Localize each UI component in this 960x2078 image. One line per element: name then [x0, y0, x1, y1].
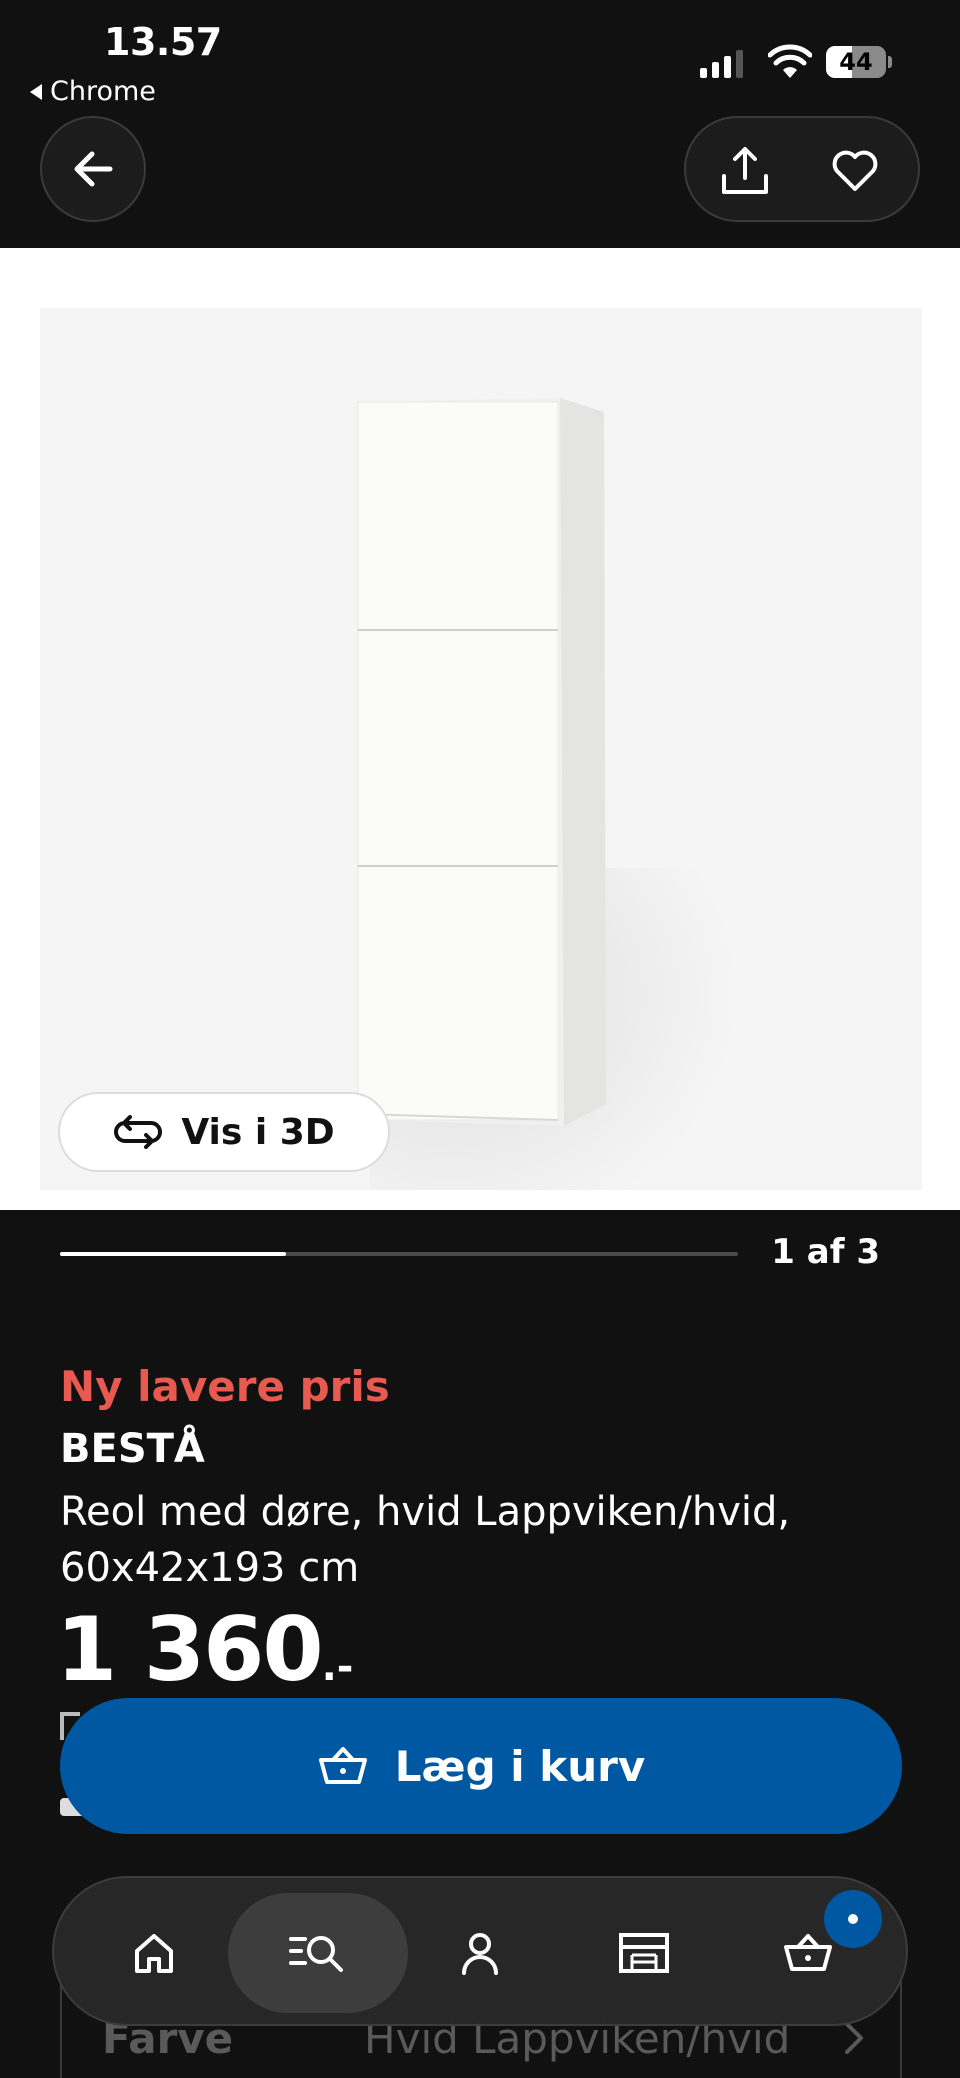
basket-icon — [318, 1747, 367, 1784]
product-price: 1 360.- — [56, 1598, 353, 1701]
person-icon — [462, 1933, 498, 1975]
product-name: BESTÅ — [60, 1426, 205, 1472]
tab-home[interactable] — [94, 1893, 214, 2013]
cart-badge-dot — [848, 1914, 858, 1924]
status-bar: 13.57 Chrome 44 — [0, 0, 960, 115]
back-button[interactable] — [40, 116, 146, 222]
cellular-signal-icon — [700, 48, 743, 78]
tab-store[interactable] — [584, 1893, 704, 2013]
tab-profile[interactable] — [420, 1893, 540, 2013]
back-to-app-link[interactable]: Chrome — [30, 76, 156, 107]
back-app-label: Chrome — [50, 76, 156, 107]
heart-icon — [832, 150, 878, 191]
store-icon — [619, 1933, 669, 1973]
gallery-page-indicator: 1 af 3 — [771, 1232, 880, 1272]
chevron-right-icon — [845, 2022, 863, 2054]
battery-level: 44 — [839, 48, 873, 76]
gallery-progress-fill — [60, 1252, 286, 1256]
home-icon — [135, 1934, 173, 1973]
product-image-section — [0, 248, 960, 1210]
battery-icon: 44 — [826, 46, 892, 78]
view-in-3d-button[interactable]: Vis i 3D — [58, 1092, 390, 1172]
arrow-left-icon — [74, 151, 113, 187]
add-to-cart-button[interactable]: Læg i kurv — [60, 1698, 902, 1834]
back-triangle-icon — [30, 83, 42, 100]
search-icon — [289, 1936, 343, 1972]
basket-icon — [784, 1934, 832, 1971]
cabinet-illustration — [357, 398, 606, 1126]
view-in-3d-label: Vis i 3D — [181, 1111, 335, 1153]
cart-badge — [824, 1890, 882, 1948]
product-image[interactable] — [40, 308, 922, 1190]
wifi-icon — [768, 44, 812, 78]
status-time: 13.57 — [104, 20, 222, 64]
tab-search[interactable] — [228, 1893, 408, 2013]
gallery-progress-bar — [60, 1252, 738, 1256]
rotate-icon — [114, 1115, 163, 1149]
bottom-tab-bar — [52, 1876, 908, 2026]
price-main: 1 360 — [56, 1598, 324, 1701]
share-button[interactable] — [710, 136, 780, 206]
favorite-button[interactable] — [820, 136, 890, 206]
promo-label: Ny lavere pris — [60, 1362, 390, 1411]
nav-actions-group — [684, 116, 920, 222]
price-suffix: .- — [321, 1644, 354, 1690]
add-to-cart-label: Læg i kurv — [394, 1741, 646, 1791]
share-icon — [722, 147, 768, 194]
product-description: Reol med døre, hvid Lappviken/hvid, 60x4… — [60, 1489, 791, 1591]
